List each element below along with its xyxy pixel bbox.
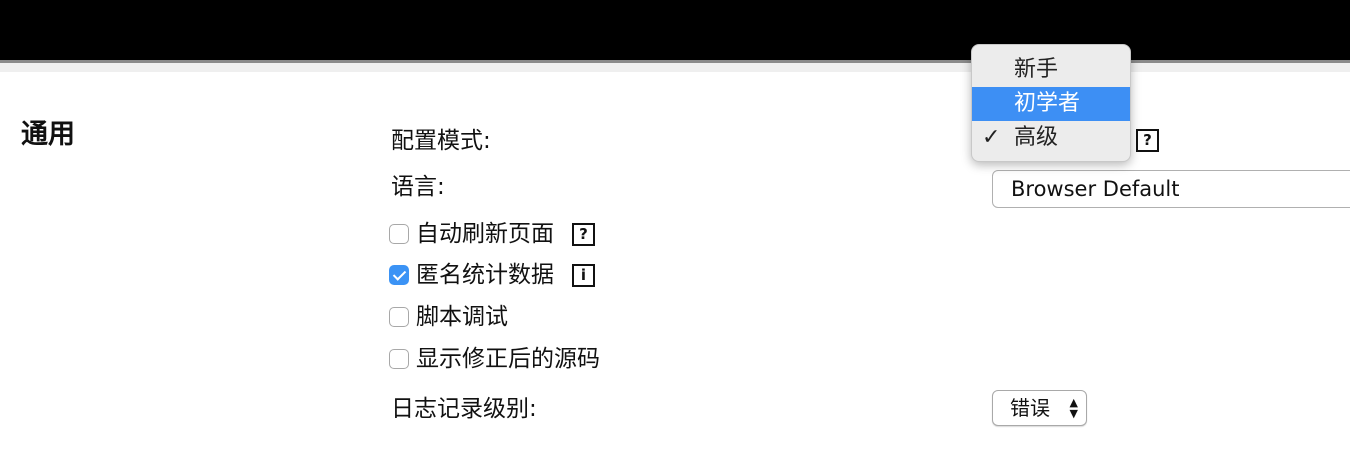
config-mode-option-beginner[interactable]: 初学者 [972, 87, 1130, 121]
show-fixed-source-checkbox[interactable] [389, 349, 409, 369]
section-title: 通用 [21, 119, 75, 150]
select-arrows-icon: ▲ ▼ [1069, 396, 1078, 420]
anonymous-stats-row: 匿名统计数据 i [389, 259, 595, 291]
show-fixed-source-label[interactable]: 显示修正后的源码 [416, 343, 600, 375]
script-debug-row: 脚本调试 [389, 301, 508, 333]
log-level-select-value: 错误 [1010, 396, 1050, 420]
auto-refresh-help-icon[interactable]: ? [572, 222, 595, 246]
script-debug-checkbox[interactable] [389, 307, 409, 327]
log-level-select[interactable]: 错误 ▲ ▼ [992, 390, 1087, 426]
auto-refresh-row: 自动刷新页面 ? [389, 218, 595, 250]
config-mode-option-novice[interactable]: 新手 [972, 53, 1130, 87]
language-label: 语言: [391, 174, 445, 200]
anonymous-stats-checkbox[interactable] [389, 265, 409, 285]
config-mode-label: 配置模式: [391, 128, 491, 154]
config-mode-help-icon[interactable]: ? [1136, 129, 1159, 152]
top-bar [0, 0, 1350, 60]
language-select-value: Browser Default [1011, 177, 1180, 201]
config-mode-dropdown-menu: 新手 初学者 ✓ 高级 [971, 44, 1131, 162]
log-level-label: 日志记录级别: [391, 396, 537, 422]
checkmark-icon: ✓ [982, 125, 1001, 150]
script-debug-label[interactable]: 脚本调试 [416, 301, 508, 333]
anonymous-stats-label[interactable]: 匿名统计数据 [416, 259, 554, 291]
auto-refresh-label[interactable]: 自动刷新页面 [416, 218, 554, 250]
config-mode-option-advanced[interactable]: ✓ 高级 [972, 121, 1130, 155]
anonymous-stats-info-icon[interactable]: i [572, 263, 595, 287]
top-bar-shadow [0, 63, 1350, 72]
auto-refresh-checkbox[interactable] [389, 224, 409, 244]
show-fixed-source-row: 显示修正后的源码 [389, 343, 600, 375]
language-select[interactable]: Browser Default [992, 170, 1350, 208]
